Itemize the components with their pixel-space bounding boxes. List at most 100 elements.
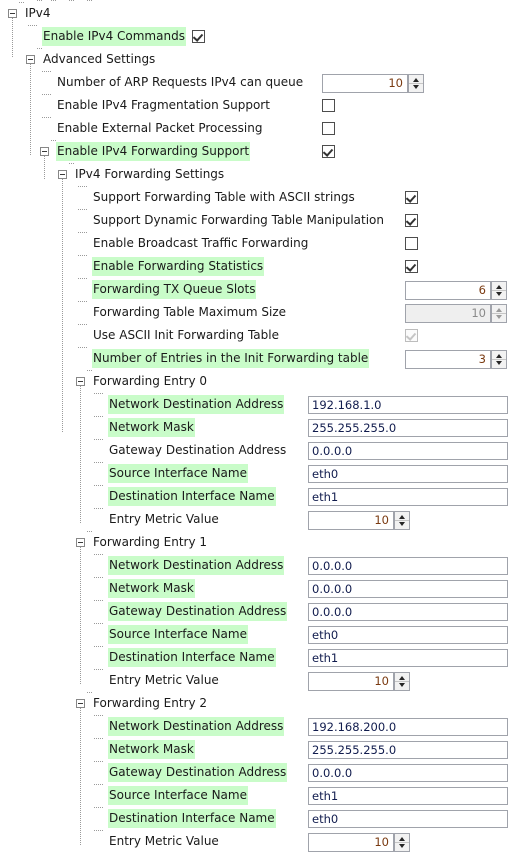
tree-row-source_interface_name: Source Interface Name eth0	[0, 462, 519, 485]
checkbox-ipv4_forwarding_support[interactable]	[322, 145, 335, 158]
spinner-buttons-entry_metric_value[interactable]	[394, 833, 410, 852]
textbox-source_interface_name[interactable]: eth1	[308, 787, 508, 805]
checkbox-forwarding_statistics[interactable]	[405, 260, 418, 273]
tree-label-destination_interface_name[interactable]: Destination Interface Name	[108, 648, 276, 667]
collapse-icon[interactable]	[76, 699, 85, 708]
tree-label-gateway_destination_address[interactable]: Gateway Destination Address	[108, 441, 287, 460]
textbox-network_destination_address[interactable]: 192.168.200.0	[308, 718, 508, 736]
tree-label-network_destination_address[interactable]: Network Destination Address	[108, 556, 285, 575]
tree-label-gateway_destination_address[interactable]: Gateway Destination Address	[108, 602, 288, 621]
tree-label-forwarding_entry_1[interactable]: Forwarding Entry 1	[92, 533, 208, 552]
spinner-value-arp_requests[interactable]: 10	[322, 74, 408, 93]
tree-row-ipv4_fragmentation: Enable IPv4 Fragmentation Support	[0, 94, 519, 117]
collapse-icon[interactable]	[26, 55, 35, 64]
tree-row-enable_ipv4_commands: Enable IPv4 Commands	[0, 25, 519, 48]
spinner-buttons-entry_metric_value[interactable]	[394, 672, 410, 691]
textbox-network_mask[interactable]: 255.255.255.0	[308, 419, 508, 437]
textbox-network_destination_address[interactable]: 192.168.1.0	[308, 396, 508, 414]
tree-label-network_mask[interactable]: Network Mask	[108, 579, 195, 598]
tree-label-source_interface_name[interactable]: Source Interface Name	[108, 625, 248, 644]
textbox-network_destination_address[interactable]: 0.0.0.0	[308, 557, 508, 575]
tree-label-network_destination_address[interactable]: Network Destination Address	[108, 717, 285, 736]
spinner-value-entry_metric_value[interactable]: 10	[308, 833, 394, 852]
tree-label-gateway_destination_address[interactable]: Gateway Destination Address	[108, 763, 288, 782]
tree-label-destination_interface_name[interactable]: Destination Interface Name	[108, 487, 276, 506]
tree-row-destination_interface_name: Destination Interface Name eth1	[0, 646, 519, 669]
checkbox-ascii_strings_table[interactable]	[405, 191, 418, 204]
tree-label-ipv4_fragmentation[interactable]: Enable IPv4 Fragmentation Support	[56, 96, 271, 115]
spinner-buttons-entry_metric_value[interactable]	[394, 511, 410, 530]
tree-label-network_mask[interactable]: Network Mask	[108, 740, 195, 759]
textbox-destination_interface_name[interactable]: eth1	[308, 488, 508, 506]
spinner-down-icon[interactable]	[492, 290, 506, 299]
checkbox-external_packet_processing[interactable]	[322, 122, 335, 135]
collapse-icon[interactable]	[40, 147, 49, 156]
spinner-arp_requests[interactable]: 10	[322, 74, 424, 93]
checkbox-ipv4_fragmentation[interactable]	[322, 99, 335, 112]
tree-label-broadcast_traffic_forwarding[interactable]: Enable Broadcast Traffic Forwarding	[92, 234, 309, 253]
tree-label-tx_queue_slots[interactable]: Forwarding TX Queue Slots	[92, 280, 257, 299]
tree-label-dynamic_table_manipulation[interactable]: Support Dynamic Forwarding Table Manipul…	[92, 211, 385, 230]
collapse-icon[interactable]	[58, 170, 67, 179]
tree-label-entry_metric_value[interactable]: Entry Metric Value	[108, 671, 220, 690]
tree-label-use_ascii_init_table[interactable]: Use ASCII Init Forwarding Table	[92, 326, 280, 345]
spinner-tx_queue_slots[interactable]: 6	[405, 281, 507, 300]
spinner-value-init_table_entries[interactable]: 3	[405, 350, 491, 369]
spinner-entry_metric_value[interactable]: 10	[308, 672, 410, 691]
tree-label-forwarding_entry_2[interactable]: Forwarding Entry 2	[92, 694, 208, 713]
tree-label-init_table_entries[interactable]: Number of Entries in the Init Forwarding…	[92, 349, 370, 368]
tree-row-forwarding_statistics: Enable Forwarding Statistics	[0, 255, 519, 278]
spinner-value-entry_metric_value[interactable]: 10	[308, 672, 394, 691]
tree-label-entry_metric_value[interactable]: Entry Metric Value	[108, 510, 220, 529]
tree-label-ipv4_forwarding_settings[interactable]: IPv4 Forwarding Settings	[74, 165, 225, 184]
spinner-table_max_size: 10	[405, 304, 507, 323]
textbox-network_mask[interactable]: 255.255.255.0	[308, 741, 508, 759]
tree-row-forwarding_entry_0: Forwarding Entry 0	[0, 370, 519, 393]
textbox-source_interface_name[interactable]: eth0	[308, 465, 508, 483]
collapse-icon[interactable]	[8, 9, 17, 18]
tree-label-source_interface_name[interactable]: Source Interface Name	[108, 786, 248, 805]
spinner-down-icon[interactable]	[409, 83, 423, 92]
tree-label-table_max_size[interactable]: Forwarding Table Maximum Size	[92, 303, 287, 322]
tree-label-root[interactable]: IPv4	[24, 4, 52, 23]
tree-label-ipv4_forwarding_support[interactable]: Enable IPv4 Forwarding Support	[56, 142, 251, 161]
checkbox-broadcast_traffic_forwarding[interactable]	[405, 237, 418, 250]
spinner-buttons-arp_requests[interactable]	[408, 74, 424, 93]
textbox-gateway_destination_address[interactable]: 0.0.0.0	[308, 603, 508, 621]
tree-label-enable_ipv4_commands[interactable]: Enable IPv4 Commands	[42, 27, 186, 46]
collapse-icon[interactable]	[76, 377, 85, 386]
textbox-source_interface_name[interactable]: eth0	[308, 626, 508, 644]
spinner-buttons-tx_queue_slots[interactable]	[491, 281, 507, 300]
spinner-init_table_entries[interactable]: 3	[405, 350, 507, 369]
checkbox-enable_ipv4_commands[interactable]	[192, 30, 205, 43]
checkbox-dynamic_table_manipulation[interactable]	[405, 214, 418, 227]
textbox-gateway_destination_address[interactable]: 0.0.0.0	[308, 442, 508, 460]
spinner-down-icon[interactable]	[395, 520, 409, 529]
tree-label-network_mask[interactable]: Network Mask	[108, 418, 195, 437]
textbox-destination_interface_name[interactable]: eth1	[308, 649, 508, 667]
spinner-down-icon[interactable]	[395, 842, 409, 851]
textbox-gateway_destination_address[interactable]: 0.0.0.0	[308, 764, 508, 782]
tree-row-destination_interface_name: Destination Interface Name eth0	[0, 807, 519, 830]
tree-label-entry_metric_value[interactable]: Entry Metric Value	[108, 832, 220, 851]
tree-label-advanced_settings[interactable]: Advanced Settings	[42, 50, 156, 69]
textbox-network_mask[interactable]: 0.0.0.0	[308, 580, 508, 598]
spinner-down-icon[interactable]	[492, 359, 506, 368]
spinner-value-tx_queue_slots[interactable]: 6	[405, 281, 491, 300]
tree-label-external_packet_processing[interactable]: Enable External Packet Processing	[56, 119, 263, 138]
tree-label-source_interface_name[interactable]: Source Interface Name	[108, 464, 248, 483]
tree-label-destination_interface_name[interactable]: Destination Interface Name	[108, 809, 276, 828]
tree-connector-vertical	[44, 156, 45, 179]
spinner-entry_metric_value[interactable]: 10	[308, 511, 410, 530]
spinner-value-entry_metric_value[interactable]: 10	[308, 511, 394, 530]
tree-label-ascii_strings_table[interactable]: Support Forwarding Table with ASCII stri…	[92, 188, 356, 207]
spinner-buttons-init_table_entries[interactable]	[491, 350, 507, 369]
spinner-down-icon[interactable]	[395, 681, 409, 690]
tree-label-network_destination_address[interactable]: Network Destination Address	[108, 395, 285, 414]
tree-label-forwarding_entry_0[interactable]: Forwarding Entry 0	[92, 372, 208, 391]
textbox-destination_interface_name[interactable]: eth0	[308, 810, 508, 828]
tree-label-arp_requests[interactable]: Number of ARP Requests IPv4 can queue	[56, 73, 304, 92]
spinner-entry_metric_value[interactable]: 10	[308, 833, 410, 852]
tree-label-forwarding_statistics[interactable]: Enable Forwarding Statistics	[92, 257, 265, 276]
collapse-icon[interactable]	[76, 538, 85, 547]
